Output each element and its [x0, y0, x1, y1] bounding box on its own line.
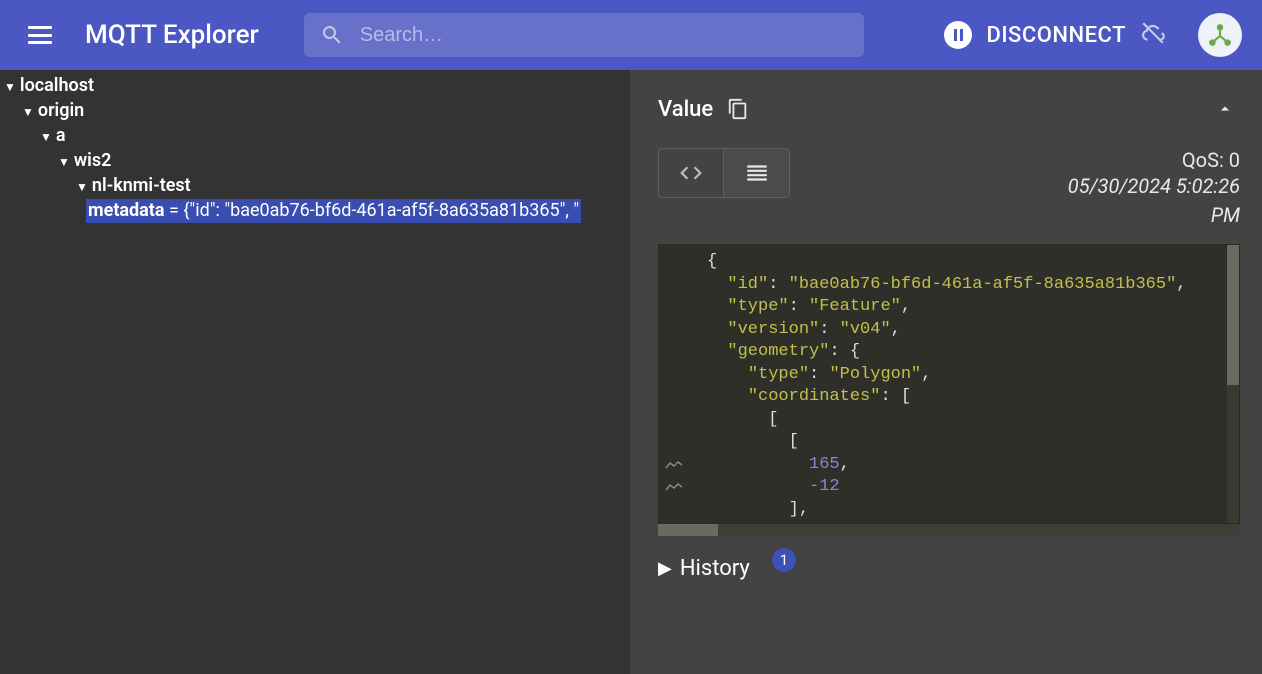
- history-section-header[interactable]: ▶ History 1: [658, 556, 1240, 601]
- text-view-button[interactable]: [724, 148, 790, 198]
- view-mode-toggle: [658, 148, 790, 230]
- tree-node-label: localhost: [20, 75, 94, 96]
- tree-node-label: nl-knmi-test: [92, 175, 191, 196]
- tree-node-label: wis2: [74, 150, 112, 171]
- tree-leaf-preview: {"id": "bae0ab76-bf6d-461a-af5f-8a635a81…: [183, 200, 579, 221]
- chevron-down-icon: ▼: [22, 105, 34, 119]
- tree-node-label: a: [56, 125, 66, 146]
- search-box[interactable]: [304, 13, 864, 57]
- chevron-up-icon: [1215, 99, 1235, 119]
- main-body: ▼localhost ▼origin ▼a ▼wis2 ▼nl-knmi-tes…: [0, 70, 1262, 674]
- code-view-button[interactable]: [658, 148, 724, 198]
- menu-icon: [28, 26, 52, 44]
- menu-button[interactable]: [20, 15, 60, 55]
- json-gutter: [659, 245, 699, 523]
- horizontal-scrollbar[interactable]: [658, 524, 1240, 536]
- json-viewer: { "id": "bae0ab76-bf6d-461a-af5f-8a635a8…: [658, 244, 1240, 524]
- message-meta: QoS: 0 05/30/2024 5:02:26 PM: [1068, 148, 1240, 230]
- chevron-down-icon: ▼: [40, 130, 52, 144]
- value-panel: Value QoS: 0 05/30/2024 5:02:26: [630, 70, 1262, 674]
- vertical-scrollbar[interactable]: [1227, 245, 1239, 523]
- lines-icon: [744, 160, 770, 186]
- app-logo-icon: [1207, 22, 1233, 48]
- cloud-off-icon: [1140, 20, 1166, 50]
- chevron-down-icon: ▼: [76, 180, 88, 194]
- qos-label: QoS: 0: [1068, 148, 1240, 172]
- copy-icon[interactable]: [727, 98, 749, 120]
- panel-resize-handle[interactable]: [616, 70, 630, 674]
- tree-leaf-selected[interactable]: metadata = {"id": "bae0ab76-bf6d-461a-af…: [0, 199, 616, 223]
- value-title: Value: [658, 97, 713, 122]
- app-title: MQTT Explorer: [85, 20, 259, 50]
- equals-text: =: [165, 200, 184, 221]
- chevron-right-icon: ▶: [658, 558, 672, 579]
- value-toolbar: QoS: 0 05/30/2024 5:02:26 PM: [658, 148, 1240, 230]
- tree-node[interactable]: ▼ nl-knmi-test: [0, 174, 616, 199]
- pause-button[interactable]: [944, 21, 972, 49]
- search-input[interactable]: [360, 24, 848, 47]
- tree-node-label: origin: [38, 100, 84, 121]
- tree-node[interactable]: ▼ origin: [0, 99, 616, 124]
- tree-node[interactable]: ▼a: [0, 124, 616, 149]
- disconnect-button[interactable]: DISCONNECT: [986, 23, 1126, 48]
- search-icon: [320, 23, 344, 47]
- timestamp-suffix: PM: [1068, 201, 1240, 230]
- diff-mark-icon: [665, 455, 683, 465]
- code-icon: [678, 160, 704, 186]
- diff-mark-icon: [665, 477, 683, 487]
- history-title: History: [680, 556, 750, 581]
- chevron-down-icon: ▼: [58, 155, 70, 169]
- header-right: DISCONNECT: [944, 13, 1242, 57]
- json-content[interactable]: { "id": "bae0ab76-bf6d-461a-af5f-8a635a8…: [699, 245, 1227, 523]
- collapse-button[interactable]: [1210, 94, 1240, 124]
- value-section-header: Value: [658, 94, 1240, 124]
- history-count-badge: 1: [772, 548, 796, 572]
- tree-node[interactable]: ▼ wis2: [0, 149, 616, 174]
- tree-leaf-key: metadata: [88, 200, 165, 221]
- tree-node-root[interactable]: ▼ localhost: [0, 74, 616, 99]
- app-header: MQTT Explorer DISCONNECT: [0, 0, 1262, 70]
- timestamp: 05/30/2024 5:02:26: [1068, 172, 1240, 201]
- avatar[interactable]: [1198, 13, 1242, 57]
- topic-tree-panel: ▼localhost ▼origin ▼a ▼wis2 ▼nl-knmi-tes…: [0, 70, 616, 674]
- chevron-down-icon: ▼: [4, 80, 16, 94]
